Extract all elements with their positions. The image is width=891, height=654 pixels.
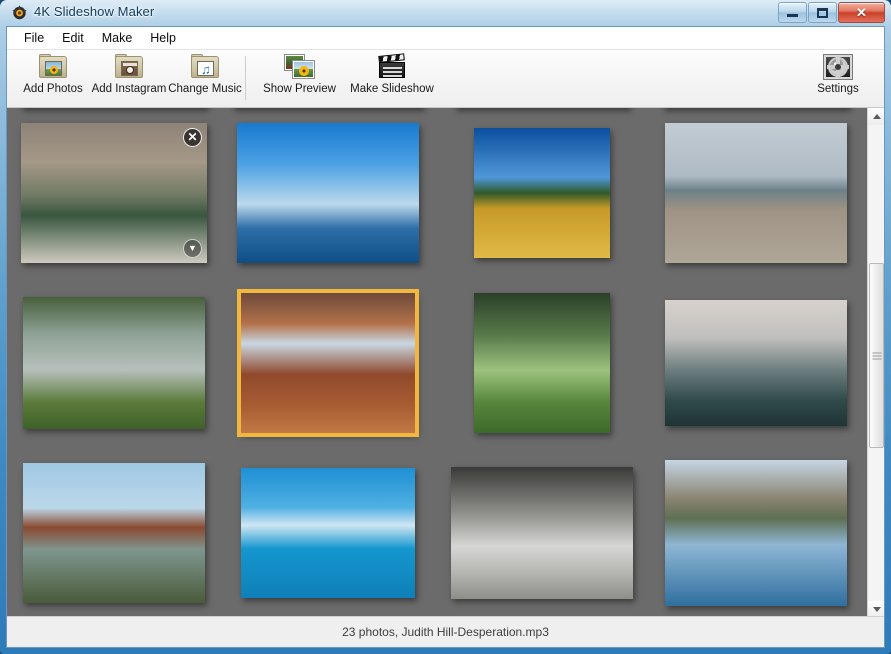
thumbnail-cell	[7, 278, 221, 448]
thumbnail-city-skyline[interactable]	[665, 300, 847, 426]
status-bar: 23 photos, Judith Hill-Desperation.mp3	[7, 616, 884, 647]
thumbnail-cell	[649, 448, 863, 618]
thumbnail-frosty-trees[interactable]	[451, 467, 633, 599]
thumbnail-cell	[7, 448, 221, 618]
settings-button[interactable]: Settings	[800, 50, 876, 106]
toolbar-separator	[245, 56, 246, 100]
thumbnail-monument-valley[interactable]	[237, 289, 419, 437]
add-photos-button[interactable]: Add Photos	[15, 50, 91, 106]
make-slideshow-label: Make Slideshow	[350, 83, 434, 95]
thumbnail-mountain-lake[interactable]	[665, 460, 847, 606]
thumbnail-rocky-river[interactable]: ✕ ▼	[21, 123, 207, 263]
window-title: 4K Slideshow Maker	[34, 4, 155, 19]
stacked-photos-icon	[284, 54, 316, 80]
thumbnail-row	[7, 448, 863, 618]
chevron-down-icon	[872, 607, 881, 612]
thumbnail-cell	[221, 448, 435, 618]
chevron-up-icon	[872, 114, 881, 119]
thumbnail-cell	[435, 108, 649, 278]
minimize-icon	[787, 14, 798, 17]
thumbnail-pier-sunset[interactable]	[237, 123, 419, 263]
gallery-scrollbar[interactable]	[867, 108, 884, 618]
maximize-icon	[817, 7, 828, 18]
menu-item-file[interactable]: File	[15, 28, 53, 48]
thumbnail-wheat-field[interactable]	[474, 128, 610, 258]
scrollbar-thumb[interactable]	[869, 263, 884, 448]
app-icon	[12, 5, 27, 20]
thumbnail-golden-gate-bridge[interactable]	[23, 463, 205, 603]
make-slideshow-button[interactable]: Make Slideshow	[342, 50, 442, 106]
show-preview-button[interactable]: Show Preview	[257, 50, 342, 106]
thumbnail-forest-path[interactable]	[474, 293, 610, 433]
thumbnail-cell	[649, 278, 863, 448]
minimize-button[interactable]	[778, 2, 807, 23]
photo-options-chevron-down-icon[interactable]: ▼	[183, 239, 202, 258]
change-music-button[interactable]: ♫ Change Music	[167, 50, 243, 106]
client-area: File Edit Make Help Add Photos Add Insta…	[6, 26, 885, 648]
thumbnail-cell	[435, 278, 649, 448]
thumbnail-fishing-boats[interactable]	[665, 123, 847, 263]
close-button[interactable]: ✕	[838, 2, 885, 23]
close-icon: ✕	[856, 5, 867, 20]
folder-music-icon: ♫	[190, 54, 220, 80]
maximize-button[interactable]	[808, 2, 837, 23]
thumbnail-harbor-tower[interactable]	[241, 468, 415, 598]
toolbar-group-actions: Show Preview Make Slideshow	[257, 50, 442, 108]
add-photos-label: Add Photos	[23, 83, 83, 95]
scrollbar-grip-icon	[872, 350, 881, 361]
toolbar-group-settings: Settings	[800, 50, 876, 108]
menu-item-edit[interactable]: Edit	[53, 28, 93, 48]
add-instagram-button[interactable]: Add Instagram	[91, 50, 167, 106]
menu-bar: File Edit Make Help	[7, 27, 884, 50]
thumbnail-cell: ✕ ▼	[7, 108, 221, 278]
title-bar[interactable]: 4K Slideshow Maker ✕	[0, 0, 891, 26]
folder-photo-icon	[38, 54, 68, 80]
clapperboard-icon	[377, 53, 407, 80]
thumbnail-cell	[649, 108, 863, 278]
toolbar: Add Photos Add Instagram ♫ Change Music …	[7, 50, 884, 108]
menu-item-help[interactable]: Help	[141, 28, 185, 48]
thumbnail-cell	[435, 448, 649, 618]
thumbnail-cell	[221, 108, 435, 278]
change-music-label: Change Music	[168, 83, 242, 95]
scroll-up-button[interactable]	[868, 108, 884, 125]
thumbnail-wooden-house[interactable]	[23, 297, 205, 429]
toolbar-group-sources: Add Photos Add Instagram ♫ Change Music	[15, 50, 243, 108]
gear-icon	[824, 54, 852, 80]
menu-item-make[interactable]: Make	[93, 28, 142, 48]
status-text: 23 photos, Judith Hill-Desperation.mp3	[342, 625, 549, 639]
thumbnail-row	[7, 278, 863, 448]
folder-instagram-icon	[114, 54, 144, 80]
remove-photo-icon[interactable]: ✕	[183, 128, 202, 147]
settings-label: Settings	[817, 83, 859, 95]
thumbnail-row: ✕ ▼	[7, 108, 863, 278]
window-controls: ✕	[777, 2, 885, 23]
thumbnail-grid: ✕ ▼	[7, 108, 863, 618]
thumbnail-cell	[221, 278, 435, 448]
photo-gallery[interactable]: ✕ ▼	[7, 108, 884, 618]
add-instagram-label: Add Instagram	[91, 83, 167, 95]
show-preview-label: Show Preview	[263, 83, 336, 95]
application-window: 4K Slideshow Maker ✕ File Edit Make Help	[0, 0, 891, 654]
